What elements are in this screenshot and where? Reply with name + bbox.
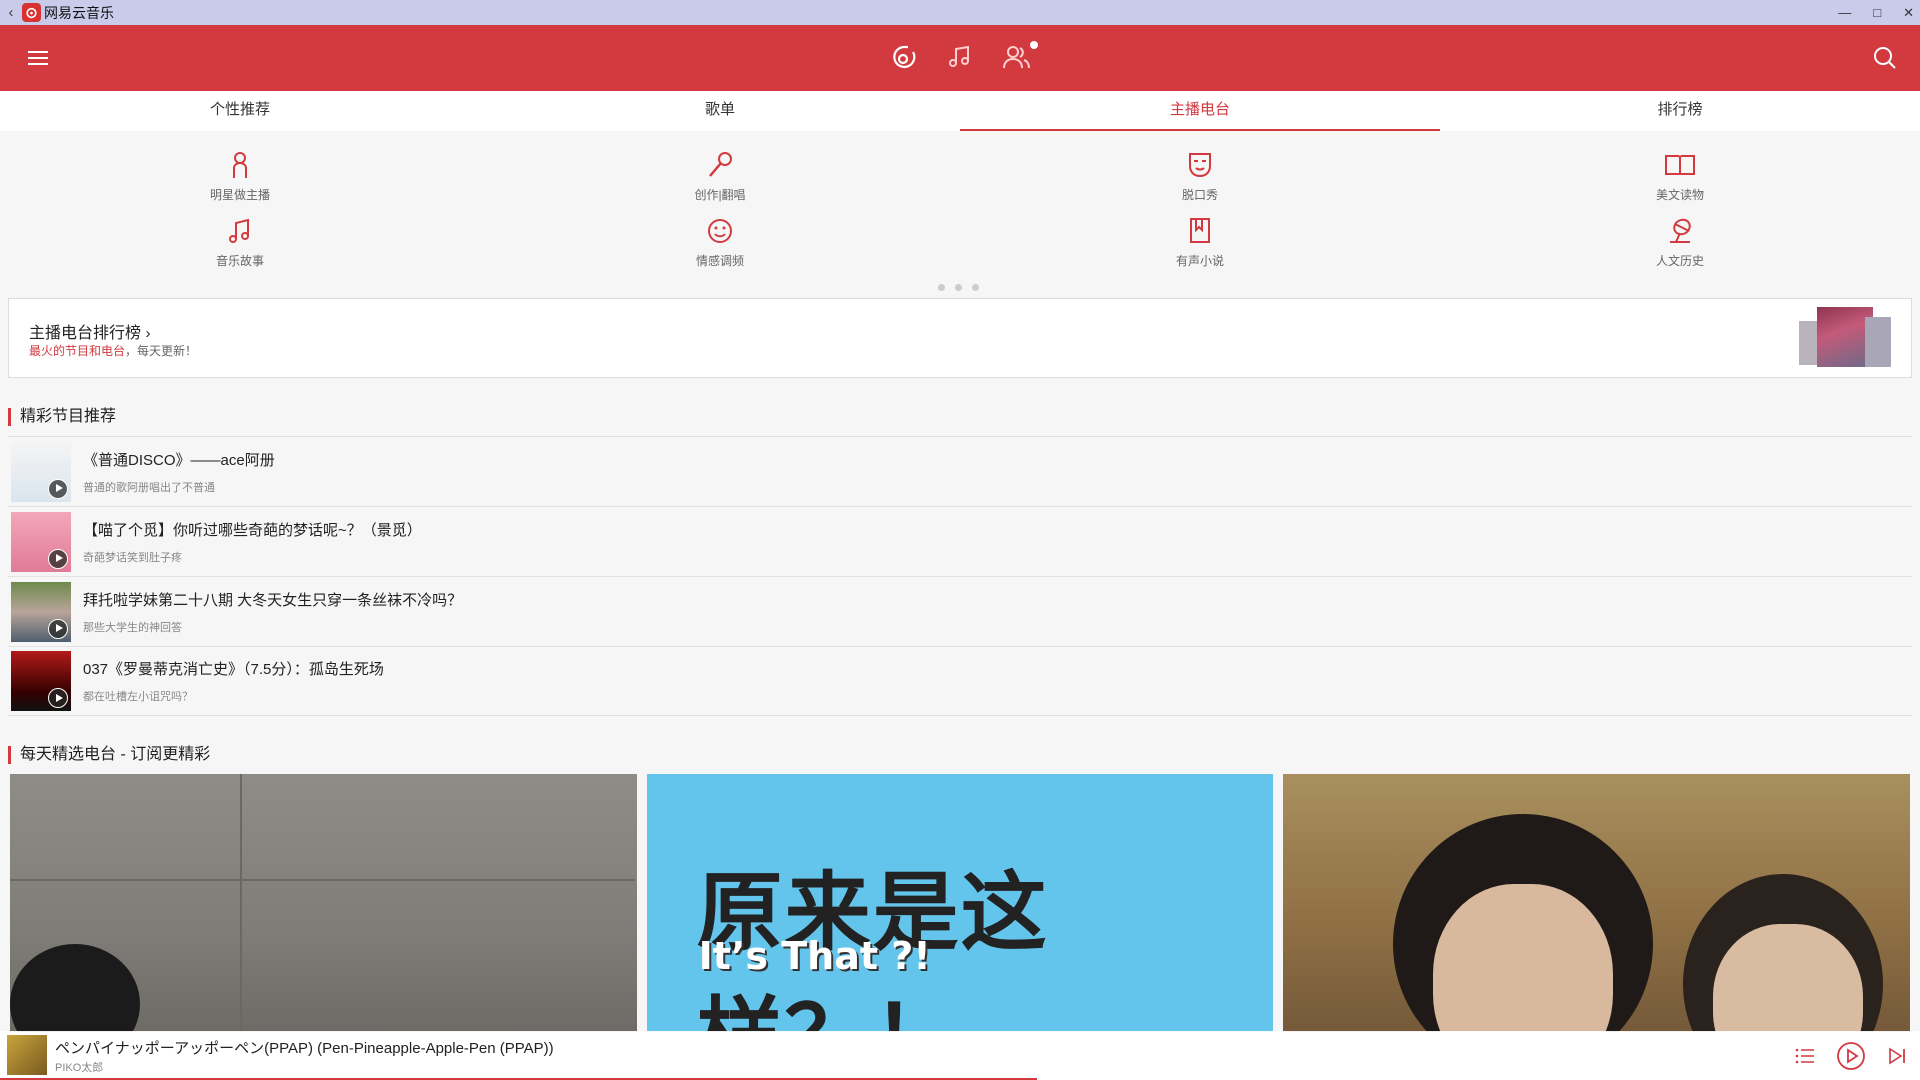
chevron-right-icon: › — [145, 325, 151, 342]
list-item[interactable]: 拜托啦学妹第二十八期 大冬天女生只穿一条丝袜不冷吗？ 那些大学生的神回答 — [8, 576, 1912, 646]
category-history[interactable]: 人文历史 — [1580, 214, 1780, 269]
next-track-icon[interactable] — [1886, 1045, 1908, 1067]
album-art[interactable] — [7, 1035, 47, 1075]
program-title: 【喵了个觅】你听过哪些奇葩的梦话呢~？（景觅） — [83, 521, 422, 539]
mask-icon — [1189, 153, 1211, 178]
play-icon[interactable] — [48, 478, 68, 499]
program-title: 037《罗曼蒂克消亡史》（7.5分）：孤岛生死场 — [83, 661, 384, 678]
category-star-host[interactable]: 明星做主播 — [140, 148, 340, 203]
rank-card-subtitle: 最火的节目和电台，每天更新！ — [29, 344, 198, 358]
category-label: 音乐故事 — [215, 254, 264, 268]
app-logo-icon — [22, 3, 41, 22]
page-dot — [972, 284, 979, 291]
radio-card[interactable] — [1283, 774, 1911, 1032]
category-label: 有声小说 — [1175, 254, 1224, 268]
card-subheadline: It’s That ?! — [698, 934, 931, 978]
program-thumbnail — [11, 581, 71, 642]
page-dot — [938, 284, 945, 291]
category-audio-novel[interactable]: 有声小说 — [1100, 214, 1300, 269]
window-controls: — □ ✕ — [1838, 0, 1914, 25]
microphone-icon — [709, 152, 732, 177]
page-indicator — [938, 284, 979, 291]
search-icon[interactable] — [1872, 45, 1898, 71]
rank-card-thumbnails — [1799, 307, 1891, 369]
play-icon[interactable] — [1836, 1041, 1866, 1071]
bookmark-book-icon — [1190, 218, 1210, 243]
program-subtitle: 都在吐槽左小诅咒吗？ — [83, 691, 193, 703]
category-label: 脱口秀 — [1181, 188, 1218, 202]
category-create-cover[interactable]: 创作|翻唱 — [620, 148, 820, 203]
now-playing-artist: PIKO太郎 — [55, 1062, 104, 1074]
program-thumbnail — [11, 511, 71, 572]
category-grid: 明星做主播 创作|翻唱 脱口秀 美文读物 音乐故事 情感调频 有声小说 人文历史 — [0, 140, 1920, 280]
radio-card[interactable] — [10, 774, 637, 1032]
daily-section-title: 每天精选电台 - 订阅更精彩 — [8, 746, 210, 764]
book-icon — [1665, 155, 1695, 175]
friends-icon[interactable] — [1000, 41, 1038, 73]
maximize-button[interactable]: □ — [1873, 5, 1881, 20]
globe-icon — [1670, 218, 1691, 243]
category-label: 美文读物 — [1655, 188, 1704, 202]
now-playing-title: ペンパイナッポーアッポーペン(PPAP) (Pen-Pineapple-Appl… — [55, 1040, 554, 1057]
category-emotion[interactable]: 情感调频 — [620, 214, 820, 269]
daily-radio-cards: 原来是这样？！ It’s That ?! — [10, 774, 1911, 1032]
window-titlebar: ‹ 网易云音乐 — □ ✕ — [0, 0, 1920, 25]
back-button[interactable]: ‹ — [0, 4, 22, 21]
menu-icon[interactable] — [26, 46, 52, 70]
program-section-title: 精彩节目推荐 — [8, 408, 116, 426]
program-thumbnail — [11, 651, 71, 711]
playlist-icon[interactable] — [1794, 1045, 1816, 1067]
list-item[interactable]: 【喵了个觅】你听过哪些奇葩的梦话呢~？（景觅） 奇葩梦话笑到肚子疼 — [8, 506, 1912, 576]
category-talkshow[interactable]: 脱口秀 — [1100, 148, 1300, 203]
program-title: 《普通DISCO》——ace阿册 — [83, 451, 275, 469]
smile-icon — [708, 219, 732, 243]
program-subtitle: 普通的歌阿册唱出了不普通 — [83, 481, 215, 494]
list-item[interactable]: 《普通DISCO》——ace阿册普通的歌阿册唱出了不普通 — [8, 436, 1912, 506]
program-thumbnail — [11, 441, 71, 502]
play-icon[interactable] — [48, 688, 68, 708]
disc-icon[interactable] — [888, 41, 920, 73]
person-icon — [233, 152, 247, 178]
player-controls — [1794, 1041, 1908, 1071]
radio-card[interactable]: 原来是这样？！ It’s That ?! — [646, 774, 1274, 1032]
category-music-story[interactable]: 音乐故事 — [140, 214, 340, 269]
category-label: 明星做主播 — [209, 188, 270, 202]
app-header — [0, 25, 1920, 91]
close-button[interactable]: ✕ — [1903, 5, 1914, 21]
category-label: 人文历史 — [1655, 254, 1704, 268]
thumbnail — [1865, 317, 1891, 367]
music-note-icon — [229, 218, 249, 243]
rank-card-title: 主播电台排行榜 › — [29, 325, 151, 342]
music-note-icon[interactable] — [944, 41, 976, 73]
radio-rank-card[interactable]: 主播电台排行榜 › 最火的节目和电台，每天更新！ — [8, 298, 1912, 378]
program-title: 拜托啦学妹第二十八期 大冬天女生只穿一条丝袜不冷吗？ — [83, 591, 463, 609]
page-dot — [955, 284, 962, 291]
tab-playlists[interactable]: 歌单 — [480, 91, 960, 131]
program-list: 《普通DISCO》——ace阿册普通的歌阿册唱出了不普通 【喵了个觅】你听过哪些… — [8, 436, 1912, 716]
tab-radio[interactable]: 主播电台 — [960, 91, 1440, 131]
category-label: 创作|翻唱 — [694, 188, 746, 202]
window-title: 网易云音乐 — [44, 4, 114, 21]
program-subtitle: 那些大学生的神回答 — [83, 621, 182, 634]
program-subtitle: 奇葩梦话笑到肚子疼 — [83, 551, 182, 564]
play-icon[interactable] — [48, 618, 68, 639]
tab-charts[interactable]: 排行榜 — [1440, 91, 1920, 131]
tab-recommend[interactable]: 个性推荐 — [0, 91, 480, 131]
header-nav — [888, 41, 1038, 73]
category-label: 情感调频 — [695, 254, 744, 268]
player-bar: ペンパイナッポーアッポーペン(PPAP) (Pen-Pineapple-Appl… — [0, 1031, 1920, 1080]
play-icon[interactable] — [48, 548, 68, 569]
tab-bar: 个性推荐 歌单 主播电台 排行榜 — [0, 91, 1920, 131]
list-item[interactable]: 037《罗曼蒂克消亡史》（7.5分）：孤岛生死场都在吐槽左小诅咒吗？ — [8, 646, 1912, 716]
notification-dot — [1030, 41, 1038, 49]
minimize-button[interactable]: — — [1838, 5, 1851, 20]
category-reading[interactable]: 美文读物 — [1580, 148, 1780, 203]
